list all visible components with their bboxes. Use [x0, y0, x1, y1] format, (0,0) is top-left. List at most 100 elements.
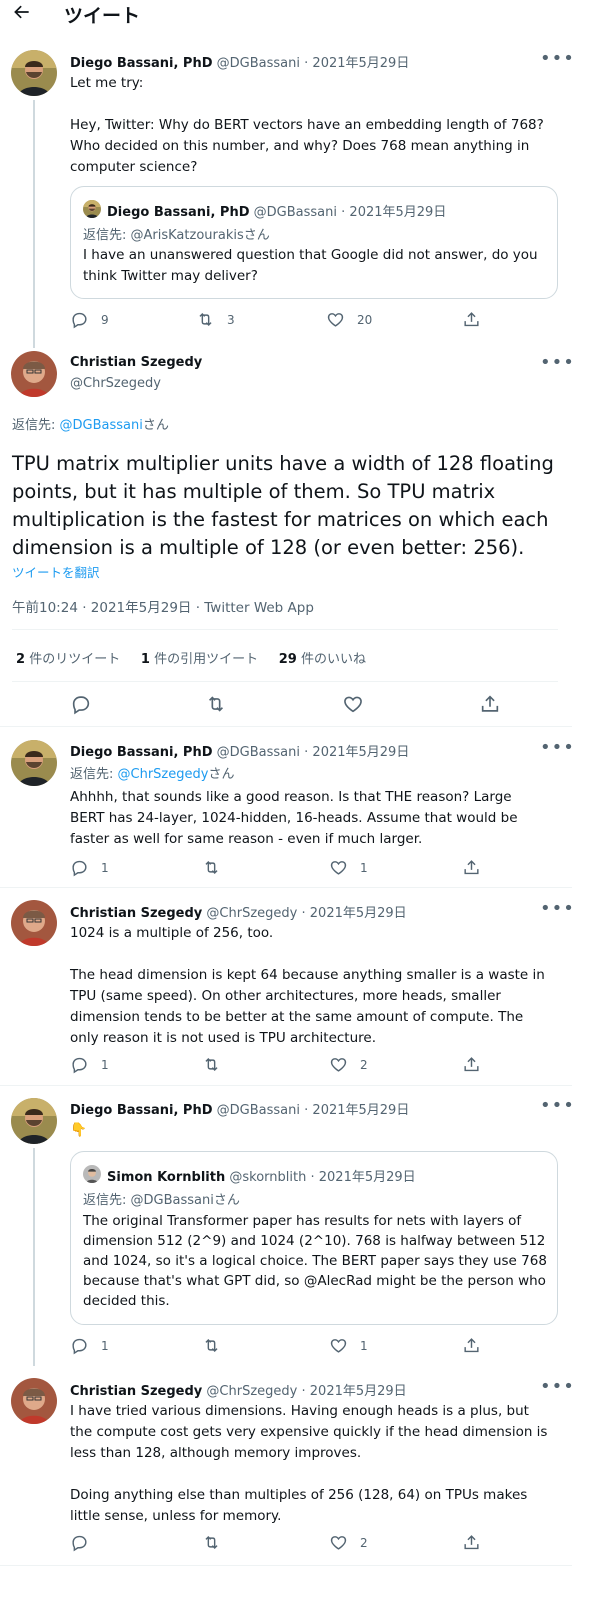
author-handle[interactable]: @ChrSzegedy — [70, 376, 161, 391]
reply-to: 返信先: @ArisKatzourakisさん — [83, 228, 270, 243]
quote-date: 2021年5月29日 — [318, 1170, 416, 1185]
tweet-header: Christian Szegedy @ChrSzegedy · 2021年5月2… — [70, 1384, 407, 1399]
avatar[interactable] — [11, 1098, 57, 1144]
heart-icon — [329, 1336, 348, 1355]
reply-button[interactable]: 1 — [70, 858, 109, 877]
retweet-icon — [205, 693, 227, 715]
reply-button[interactable]: 9 — [70, 310, 109, 329]
share-button[interactable] — [462, 310, 481, 329]
like-button[interactable] — [342, 693, 364, 715]
like-count: 20 — [357, 312, 373, 327]
more-icon[interactable]: ••• — [540, 1376, 575, 1397]
author-handle[interactable]: @ChrSzegedy — [206, 906, 297, 921]
share-button[interactable] — [479, 693, 501, 715]
retweet-icon — [202, 1533, 221, 1552]
page-title: ツイート — [64, 5, 141, 27]
reply-to-link[interactable]: @ChrSzegedy — [118, 767, 209, 782]
more-icon[interactable]: ••• — [540, 898, 575, 919]
author-handle[interactable]: @DGBassani — [217, 56, 300, 71]
like-stat[interactable]: 29 件のいいね — [279, 652, 366, 667]
quoted-tweet[interactable]: Diego Bassani, PhD @DGBassani · 2021年5月2… — [70, 186, 558, 299]
retweet-count: 3 — [227, 312, 235, 327]
like-count: 2 — [360, 1057, 368, 1072]
like-button[interactable]: 1 — [329, 858, 368, 877]
quote-stat[interactable]: 1 件の引用ツイート — [141, 652, 258, 667]
more-icon[interactable]: ••• — [540, 737, 575, 758]
tweet-date[interactable]: 2021年5月29日 — [312, 1103, 409, 1118]
more-icon[interactable]: ••• — [540, 1095, 575, 1116]
retweet-icon — [202, 1055, 221, 1074]
like-count: 2 — [360, 1535, 368, 1550]
share-icon — [462, 858, 481, 877]
like-button[interactable]: 1 — [329, 1336, 368, 1355]
share-button[interactable] — [462, 1336, 481, 1355]
retweet-button[interactable] — [202, 1055, 221, 1074]
author-handle[interactable]: @ChrSzegedy — [206, 1384, 297, 1399]
author-name[interactable]: Christian Szegedy — [70, 1384, 202, 1399]
divider — [12, 629, 558, 630]
share-button[interactable] — [462, 1533, 481, 1552]
retweet-button[interactable] — [202, 1336, 221, 1355]
avatar — [83, 200, 101, 218]
divider — [12, 681, 558, 682]
avatar[interactable] — [11, 900, 57, 946]
tweet-date[interactable]: 2021年5月29日 — [312, 745, 409, 760]
quote-author-name: Simon Kornblith — [107, 1170, 226, 1185]
like-button[interactable]: 2 — [329, 1533, 368, 1552]
tweet-text: Let me try: Hey, Twitter: Why do BERT ve… — [70, 75, 544, 175]
reply-to: 返信先: @ChrSzegedyさん — [70, 767, 235, 782]
quote-header: Diego Bassani, PhD @DGBassani · 2021年5月2… — [107, 205, 447, 220]
retweet-button[interactable] — [202, 858, 221, 877]
retweet-button[interactable]: 3 — [196, 310, 235, 329]
reply-button[interactable]: 1 — [70, 1336, 109, 1355]
heart-icon — [342, 693, 364, 715]
reply-icon — [70, 693, 92, 715]
translate-link[interactable]: ツイートを翻訳 — [12, 562, 100, 581]
avatar[interactable] — [11, 50, 57, 96]
heart-icon — [326, 310, 345, 329]
retweet-button[interactable] — [202, 1533, 221, 1552]
retweet-button[interactable] — [205, 693, 227, 715]
arrow-left-icon — [14, 5, 29, 19]
avatar[interactable] — [11, 351, 57, 397]
quote-author-handle: @DGBassani — [253, 205, 337, 220]
author-name[interactable]: Diego Bassani, PhD — [70, 1103, 213, 1118]
share-button[interactable] — [462, 858, 481, 877]
thread-line — [33, 100, 35, 348]
tweet-date[interactable]: 2021年5月29日 — [310, 1384, 407, 1399]
reply-button[interactable]: 1 — [70, 1055, 109, 1074]
retweet-icon — [202, 1336, 221, 1355]
author-handle[interactable]: @DGBassani — [217, 1103, 300, 1118]
quote-date: 2021年5月29日 — [349, 205, 447, 220]
author-name[interactable]: Diego Bassani, PhD — [70, 745, 213, 760]
avatar[interactable] — [11, 740, 57, 786]
share-button[interactable] — [462, 1055, 481, 1074]
tweet-date[interactable]: 2021年5月29日 — [310, 906, 407, 921]
reply-count: 1 — [101, 1338, 109, 1353]
reply-button[interactable] — [70, 1533, 89, 1552]
more-icon[interactable]: ••• — [540, 352, 575, 373]
back-button[interactable] — [12, 2, 34, 24]
reply-button[interactable] — [70, 693, 92, 715]
quoted-tweet[interactable]: Simon Kornblith @skornblith · 2021年5月29日… — [70, 1151, 558, 1325]
author-handle[interactable]: @DGBassani — [217, 745, 300, 760]
like-button[interactable]: 2 — [329, 1055, 368, 1074]
author-name[interactable]: Christian Szegedy — [70, 355, 202, 370]
reply-to-link[interactable]: @DGBassani — [60, 418, 143, 433]
more-icon[interactable]: ••• — [540, 48, 575, 69]
avatar — [83, 1165, 101, 1183]
tweet-header: Diego Bassani, PhD @DGBassani · 2021年5月2… — [70, 745, 410, 760]
author-name[interactable]: Diego Bassani, PhD — [70, 56, 213, 71]
retweet-stat[interactable]: 2 件のリツイート — [16, 652, 120, 667]
quote-author-name: Diego Bassani, PhD — [107, 205, 250, 220]
tweet-text: Ahhhh, that sounds like a good reason. I… — [70, 789, 518, 847]
tweet-date[interactable]: 2021年5月29日 — [312, 56, 409, 71]
like-button[interactable]: 20 — [326, 310, 372, 329]
share-icon — [462, 1336, 481, 1355]
avatar[interactable] — [11, 1378, 57, 1424]
main-tweet-text: TPU matrix multiplier units have a width… — [12, 452, 554, 559]
tweet-meta: 午前10:24 · 2021年5月29日 · Twitter Web App — [12, 600, 314, 616]
tweet-text: 1024 is a multiple of 256, too. The head… — [70, 925, 545, 1046]
tweet-text: 👇 — [70, 1122, 87, 1138]
author-name[interactable]: Christian Szegedy — [70, 906, 202, 921]
